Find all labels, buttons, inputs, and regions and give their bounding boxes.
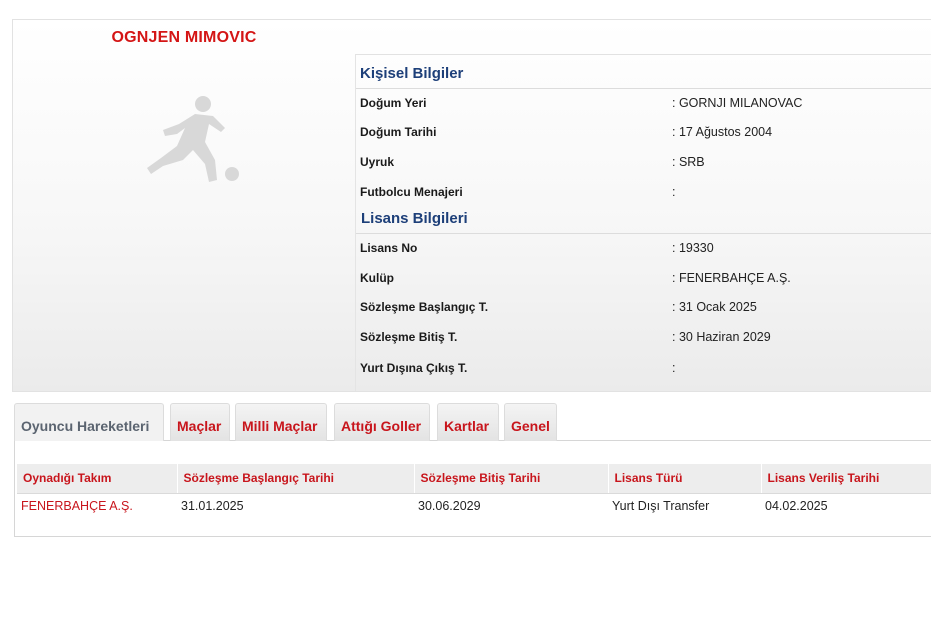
player-info-column: Kişisel Bilgiler Doğum Yeri : GORNJI MIL…: [355, 54, 931, 391]
info-value: : SRB: [672, 155, 705, 169]
info-label: Sözleşme Bitiş T.: [360, 330, 458, 344]
info-value: : GORNJI MILANOVAC: [672, 96, 803, 110]
tab-cards[interactable]: Kartlar: [437, 403, 499, 441]
tab-goals[interactable]: Attığı Goller: [334, 403, 430, 441]
column-header-team: Oynadığı Takım: [17, 464, 178, 494]
tab-general[interactable]: Genel: [504, 403, 557, 441]
tab-national-matches[interactable]: Milli Maçlar: [235, 403, 327, 441]
info-row-abroad-exit: Yurt Dışına Çıkış T. :: [360, 361, 931, 381]
tab-matches[interactable]: Maçlar: [170, 403, 230, 441]
info-label: Yurt Dışına Çıkış T.: [360, 361, 468, 375]
info-label: Sözleşme Başlangıç T.: [360, 300, 489, 314]
table-header-row: Oynadığı Takım Sözleşme Başlangıç Tarihi…: [17, 464, 931, 494]
info-row-birthplace: Doğum Yeri : GORNJI MILANOVAC: [360, 96, 931, 116]
personal-info-heading: Kişisel Bilgiler: [360, 65, 464, 82]
info-row-birthdate: Doğum Tarihi : 17 Ağustos 2004: [360, 125, 931, 145]
table-cell: 04.02.2025: [765, 499, 828, 514]
divider: [356, 88, 931, 89]
player-profile-panel: OGNJEN MIMOVIC Kişisel Bilgiler Doğum Ye…: [12, 19, 931, 392]
player-movements-panel: Oynadığı Takım Sözleşme Başlangıç Tarihi…: [14, 441, 931, 537]
info-value: : FENERBAHÇE A.Ş.: [672, 271, 791, 285]
info-value: : 17 Ağustos 2004: [672, 125, 773, 139]
info-row-contract-end: Sözleşme Bitiş T. : 30 Haziran 2029: [360, 330, 931, 350]
column-header-license-issue-date: Lisans Veriliş Tarihi: [761, 464, 931, 494]
info-value: : 30 Haziran 2029: [672, 330, 771, 344]
player-name: OGNJEN MIMOVIC: [111, 29, 257, 46]
info-row-agent: Futbolcu Menajeri :: [360, 185, 931, 205]
info-value: : 19330: [672, 241, 714, 255]
table-row: FENERBAHÇE A.Ş. 31.01.2025 30.06.2029 Yu…: [17, 493, 931, 519]
column-header-license-type: Lisans Türü: [608, 464, 762, 494]
info-label: Kulüp: [360, 271, 394, 285]
info-label: Doğum Tarihi: [360, 125, 437, 139]
info-value: :: [672, 185, 676, 199]
table-cell: Yurt Dışı Transfer: [612, 499, 710, 514]
info-label: Uyruk: [360, 155, 395, 169]
license-info-heading: Lisans Bilgileri: [361, 210, 468, 227]
column-header-contract-end: Sözleşme Bitiş Tarihi: [414, 464, 609, 494]
divider: [356, 233, 931, 234]
info-row-contract-start: Sözleşme Başlangıç T. : 31 Ocak 2025: [360, 300, 931, 320]
info-row-nationality: Uyruk : SRB: [360, 155, 931, 175]
info-label: Doğum Yeri: [360, 96, 427, 110]
info-value: :: [672, 361, 676, 375]
info-value: : 31 Ocak 2025: [672, 300, 757, 314]
tab-player-movements[interactable]: Oyuncu Hareketleri: [14, 403, 164, 441]
table-cell: 31.01.2025: [181, 499, 244, 514]
player-silhouette-icon: [147, 96, 239, 182]
player-photo-column: OGNJEN MIMOVIC: [13, 20, 355, 391]
table-cell: 30.06.2029: [418, 499, 481, 514]
tab-bar: Oyuncu Hareketleri Maçlar Milli Maçlar A…: [14, 403, 931, 441]
column-header-contract-start: Sözleşme Başlangıç Tarihi: [177, 464, 415, 494]
player-movements-table: Oynadığı Takım Sözleşme Başlangıç Tarihi…: [17, 464, 931, 519]
info-row-license-no: Lisans No : 19330: [360, 241, 931, 261]
info-label: Lisans No: [360, 241, 418, 255]
info-row-club: Kulüp : FENERBAHÇE A.Ş.: [360, 271, 931, 291]
team-link[interactable]: FENERBAHÇE A.Ş.: [17, 493, 177, 519]
info-label: Futbolcu Menajeri: [360, 185, 463, 199]
